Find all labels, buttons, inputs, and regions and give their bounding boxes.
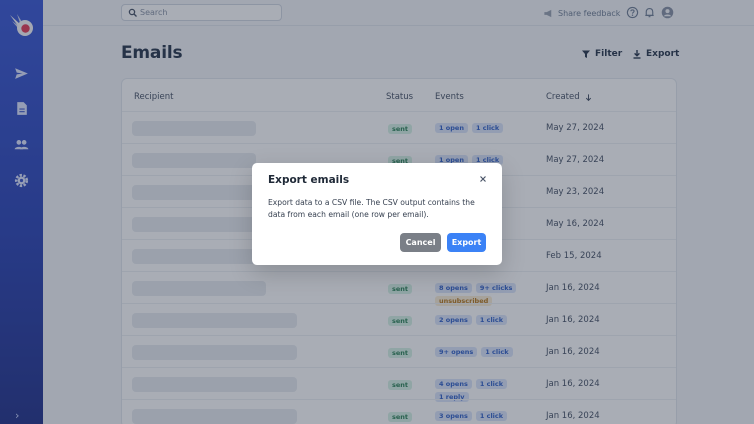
export-emails-dialog: Export emails Export data to a CSV file.… bbox=[252, 163, 502, 265]
dialog-description: Export data to a CSV file. The CSV outpu… bbox=[268, 198, 475, 219]
close-icon[interactable] bbox=[478, 174, 488, 184]
confirm-export-button[interactable]: Export bbox=[447, 233, 486, 252]
cancel-button[interactable]: Cancel bbox=[400, 233, 441, 252]
dialog-title: Export emails bbox=[268, 174, 350, 186]
